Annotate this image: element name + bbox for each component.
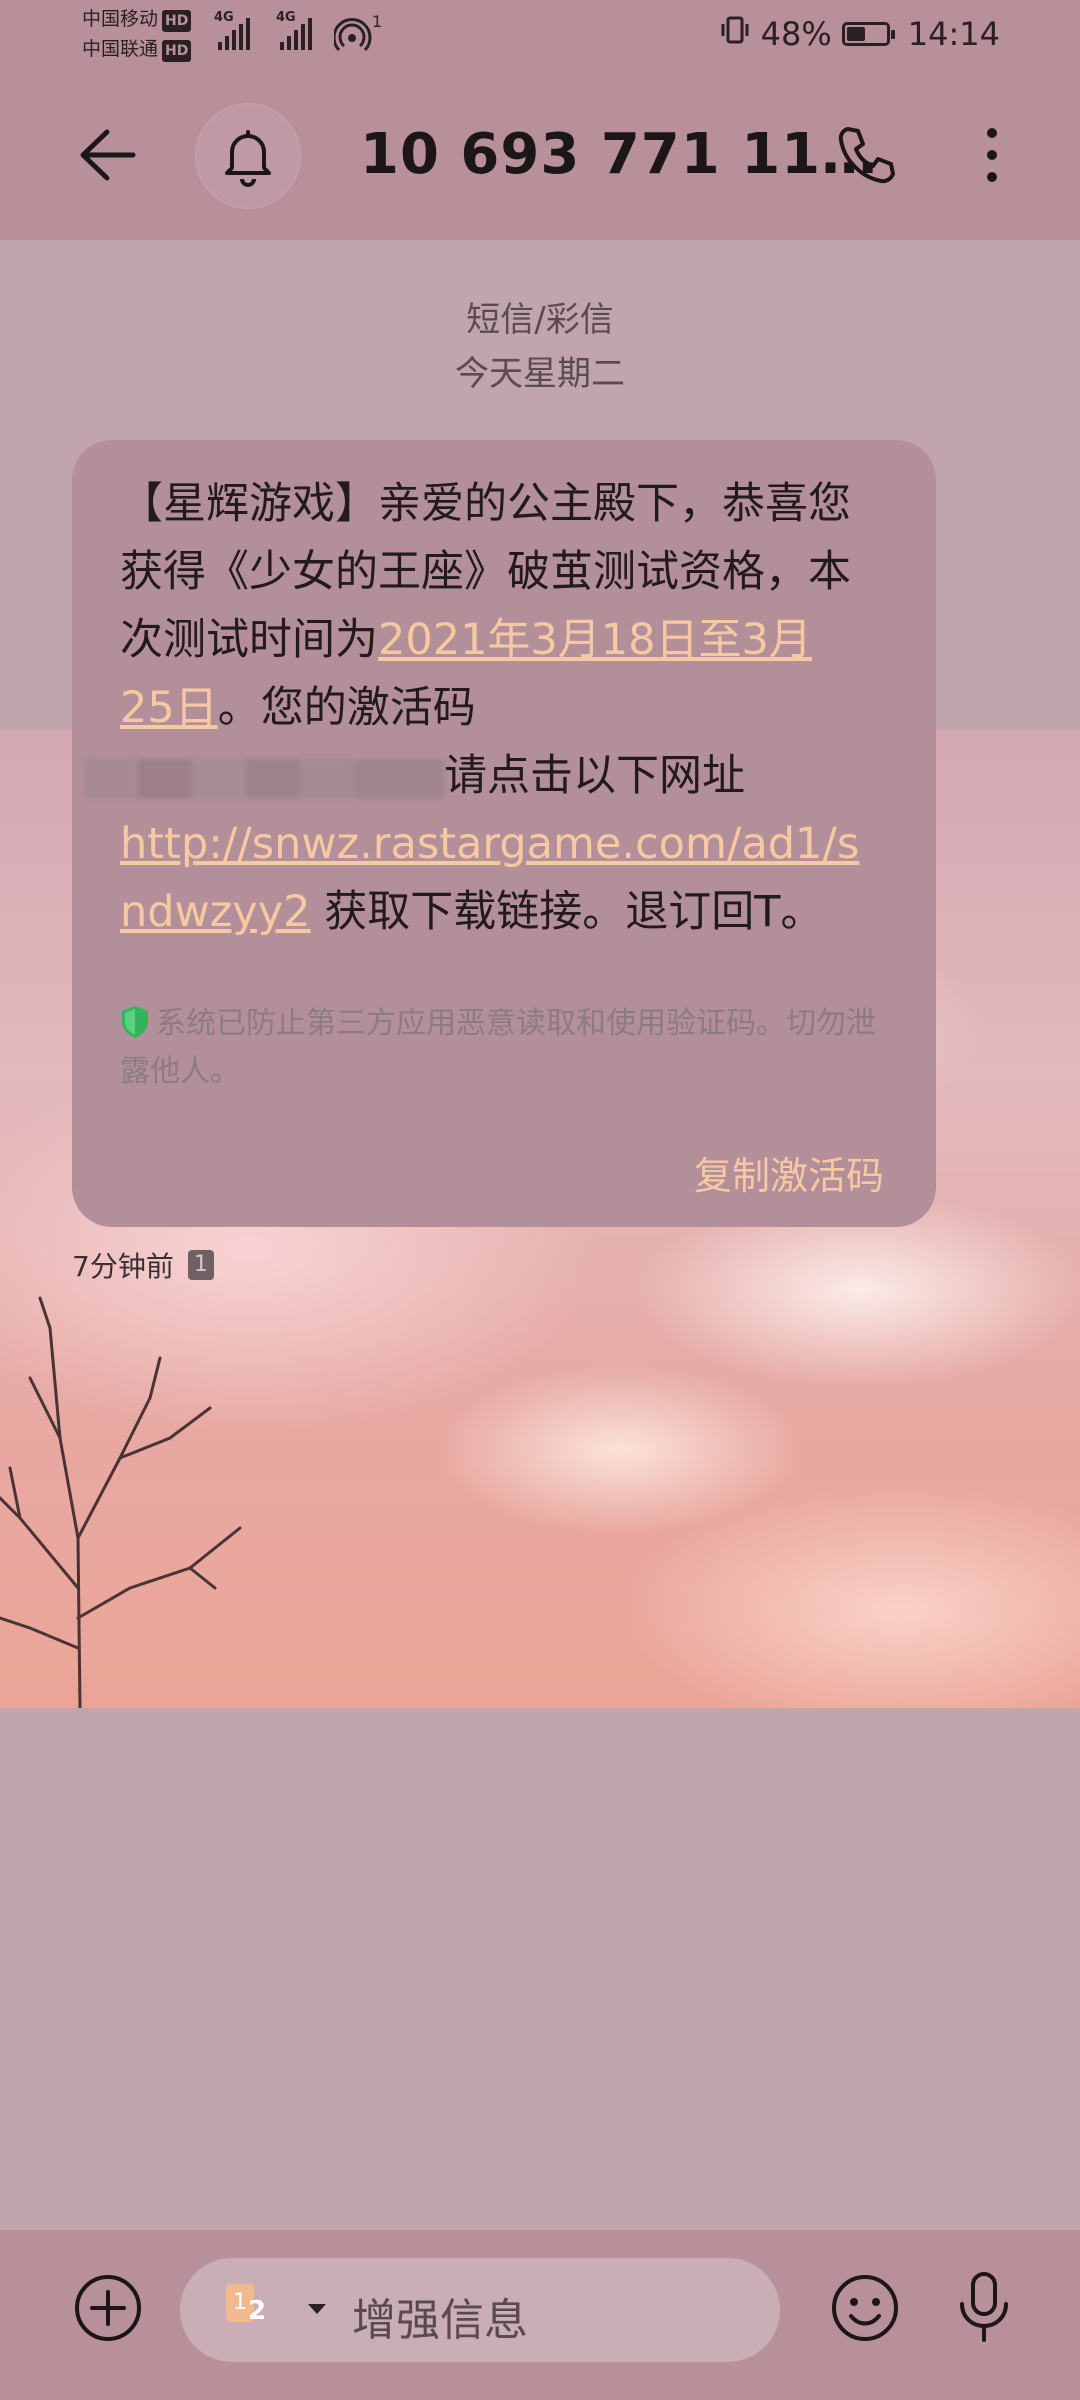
vibrate-icon bbox=[719, 14, 751, 54]
plus-circle-icon bbox=[75, 2275, 141, 2341]
back-arrow-icon bbox=[80, 129, 136, 181]
bell-icon bbox=[225, 130, 271, 187]
carrier-1: 中国移动 HD bbox=[82, 8, 192, 32]
battery-icon bbox=[841, 22, 895, 46]
sim-2-label: 2 bbox=[248, 2296, 267, 2326]
hd-badge-1: HD bbox=[162, 10, 192, 32]
more-vertical-icon bbox=[987, 128, 997, 182]
signal-2-icon: 4G bbox=[276, 10, 312, 50]
input-placeholder: 增强信息 bbox=[352, 2295, 528, 2346]
conversation-type-label: 短信/彩信 bbox=[466, 300, 614, 340]
hotspot-count: 1 bbox=[372, 12, 383, 31]
more-menu-button[interactable] bbox=[940, 103, 1044, 207]
message-text-part3: 请点击以下网址 bbox=[444, 751, 745, 801]
clock: 14:14 bbox=[907, 15, 1000, 53]
attach-button[interactable] bbox=[58, 2258, 158, 2358]
carrier-1-label: 中国移动 bbox=[82, 8, 159, 30]
message-text-part2: 。您的激活码 bbox=[217, 683, 476, 733]
phone-icon bbox=[838, 127, 895, 184]
conversation-header: 10 693 771 11… bbox=[0, 70, 1080, 240]
message-text: 【星辉游戏】亲爱的公主殿下，恭喜您获得《少女的王座》破茧测试资格，本次测试时间为… bbox=[84, 470, 860, 946]
message-list[interactable]: 短信/彩信 今天星期二 【星辉游戏】亲爱的公主殿下，恭喜您获得《少女的王座》破茧… bbox=[0, 240, 1080, 2230]
message-meta: 7分钟前 1 bbox=[72, 1245, 214, 1285]
carrier-2-label: 中国联通 bbox=[82, 38, 159, 60]
message-input[interactable]: 1 2 增强信息 bbox=[180, 2258, 780, 2362]
masked-activation-code bbox=[84, 758, 444, 799]
network-type-1: 4G bbox=[214, 10, 234, 25]
message-text-part4: 获取下载链接。退订回T。 bbox=[310, 887, 824, 937]
hotspot-icon: 1 bbox=[332, 12, 382, 58]
back-button[interactable] bbox=[56, 103, 160, 207]
status-right: 48% 14:14 bbox=[719, 14, 1000, 54]
sim-badge: 1 bbox=[187, 1250, 214, 1280]
call-button[interactable] bbox=[814, 103, 918, 207]
contact-title[interactable]: 10 693 771 11… bbox=[360, 122, 878, 187]
voice-input-button[interactable] bbox=[934, 2258, 1034, 2358]
chevron-down-icon[interactable] bbox=[308, 2304, 326, 2314]
security-note-text: 系统已防止第三方应用恶意读取和使用验证码。切勿泄露他人。 bbox=[120, 1006, 876, 1089]
security-note: 系统已防止第三方应用恶意读取和使用验证码。切勿泄露他人。 bbox=[120, 1000, 900, 1096]
message-bubble[interactable]: 【星辉游戏】亲爱的公主殿下，恭喜您获得《少女的王座》破茧测试资格，本次测试时间为… bbox=[72, 440, 936, 1227]
battery-percent: 48% bbox=[760, 15, 832, 53]
date-divider: 今天星期二 bbox=[455, 354, 625, 394]
sim-selector[interactable]: 1 2 bbox=[226, 2284, 296, 2340]
tree-silhouette bbox=[0, 1296, 242, 1708]
signal-1-icon: 4G bbox=[214, 10, 250, 50]
microphone-icon bbox=[960, 2272, 1008, 2342]
hd-badge-2: HD bbox=[162, 40, 192, 62]
shield-icon bbox=[122, 1006, 148, 1038]
smiley-icon bbox=[832, 2275, 898, 2341]
message-timestamp: 7分钟前 bbox=[72, 1250, 174, 1283]
compose-bar: 1 2 增强信息 bbox=[0, 2230, 1080, 2400]
emoji-button[interactable] bbox=[815, 2258, 915, 2358]
carrier-2: 中国联通 HD bbox=[82, 38, 192, 62]
network-type-2: 4G bbox=[276, 10, 296, 25]
notification-button[interactable] bbox=[195, 103, 301, 209]
copy-activation-code-button[interactable]: 复制激活码 bbox=[694, 1145, 884, 1200]
status-bar: 中国移动 HD 中国联通 HD 4G 4G 1 48% 14:14 bbox=[0, 0, 1080, 70]
